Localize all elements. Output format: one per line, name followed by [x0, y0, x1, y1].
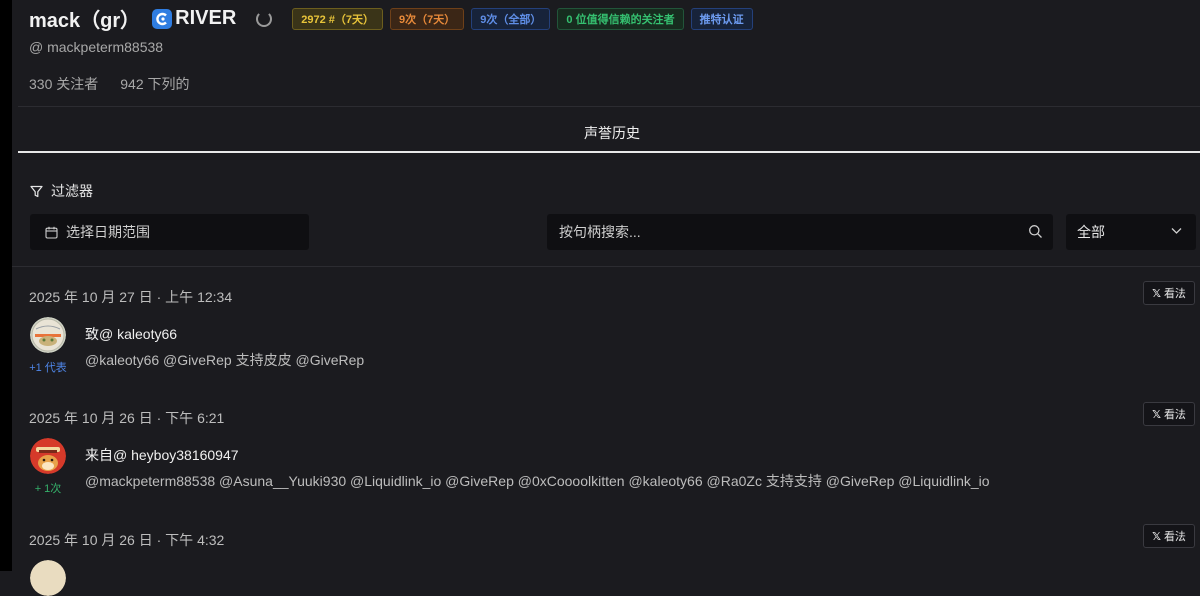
handle-search	[547, 214, 1053, 250]
calendar-icon	[45, 226, 58, 239]
weekly-count-badge: 9次（7天）	[390, 7, 465, 30]
profile-name: mack（gr）	[29, 10, 141, 32]
avatar[interactable]	[30, 317, 66, 353]
chevron-down-icon	[1171, 228, 1182, 234]
entry-title: 来自@ heyboy38160947	[85, 447, 239, 463]
badge-group: 2972 #（7天） 9次（7天） 9次（全部） 0 位值得信赖的关注者 推特认…	[292, 7, 753, 30]
river-brand: RIVER	[152, 7, 236, 30]
date-range-button[interactable]: 选择日期范围	[30, 214, 309, 250]
rep-change-label: + 1次	[34, 483, 62, 495]
rank-badge: 2972 #（7天）	[292, 7, 384, 30]
refresh-icon[interactable]	[256, 10, 273, 27]
tab-underline	[18, 151, 1200, 153]
filter-label: 过滤器	[51, 183, 93, 199]
divider	[18, 106, 1200, 107]
profile-panel: mack（gr） RIVER 2972 #（7天） 9次（7天） 9次（全部） …	[12, 0, 1200, 596]
view-label: 看法	[1163, 409, 1186, 421]
date-range-label: 选择日期范围	[66, 224, 150, 240]
entry-date: 2025 年 10 月 27 日 · 上午 12:34	[29, 289, 233, 305]
entry-date: 2025 年 10 月 26 日 · 下午 6:21	[29, 410, 225, 426]
river-brand-label: RIVER	[175, 7, 237, 29]
view-on-x-button[interactable]: 𝕏 看法	[1143, 281, 1195, 305]
filter-heading: 过滤器	[30, 181, 93, 201]
search-input[interactable]	[547, 214, 1017, 250]
followers-count[interactable]: 330 关注者	[29, 74, 98, 94]
entry-body: @kaleoty66 @GiveRep 支持皮皮 @GiveRep	[85, 352, 365, 368]
view-label: 看法	[1163, 288, 1186, 300]
x-logo-icon: 𝕏	[1152, 530, 1161, 543]
entry-title: 致@ kaleoty66	[85, 326, 178, 342]
rep-change-label: +1 代表	[29, 362, 67, 374]
profile-header: mack（gr） RIVER 2972 #（7天） 9次（7天） 9次（全部） …	[29, 4, 753, 33]
profile-stats: 330 关注者 942 下列的	[29, 74, 190, 94]
search-icon[interactable]	[1028, 224, 1043, 239]
view-on-x-button[interactable]: 𝕏 看法	[1143, 402, 1195, 426]
type-select[interactable]: 全部	[1066, 214, 1196, 250]
divider	[12, 266, 1200, 267]
entry-date: 2025 年 10 月 26 日 · 下午 4:32	[29, 532, 225, 548]
trusted-followers-badge: 0 位值得信赖的关注者	[557, 7, 684, 30]
profile-handle: @ mackpeterm88538	[29, 39, 164, 55]
twitter-verified-badge: 推特认证	[690, 7, 753, 30]
river-logo-icon	[152, 8, 173, 29]
left-edge-bar	[0, 0, 12, 571]
x-logo-icon: 𝕏	[1152, 408, 1161, 421]
view-label: 看法	[1163, 531, 1186, 543]
following-count[interactable]: 942 下列的	[120, 74, 189, 94]
tab-reputation-history[interactable]: 声誉历史	[572, 123, 652, 143]
total-count-badge: 9次（全部）	[471, 7, 551, 30]
entry-body: @mackpeterm88538 @Asuna__Yuuki930 @Liqui…	[85, 473, 990, 489]
filter-icon	[30, 185, 43, 197]
avatar[interactable]	[30, 438, 66, 474]
avatar[interactable]	[30, 560, 66, 596]
view-on-x-button[interactable]: 𝕏 看法	[1143, 524, 1195, 548]
x-logo-icon: 𝕏	[1152, 287, 1161, 300]
type-select-value: 全部	[1077, 224, 1105, 240]
